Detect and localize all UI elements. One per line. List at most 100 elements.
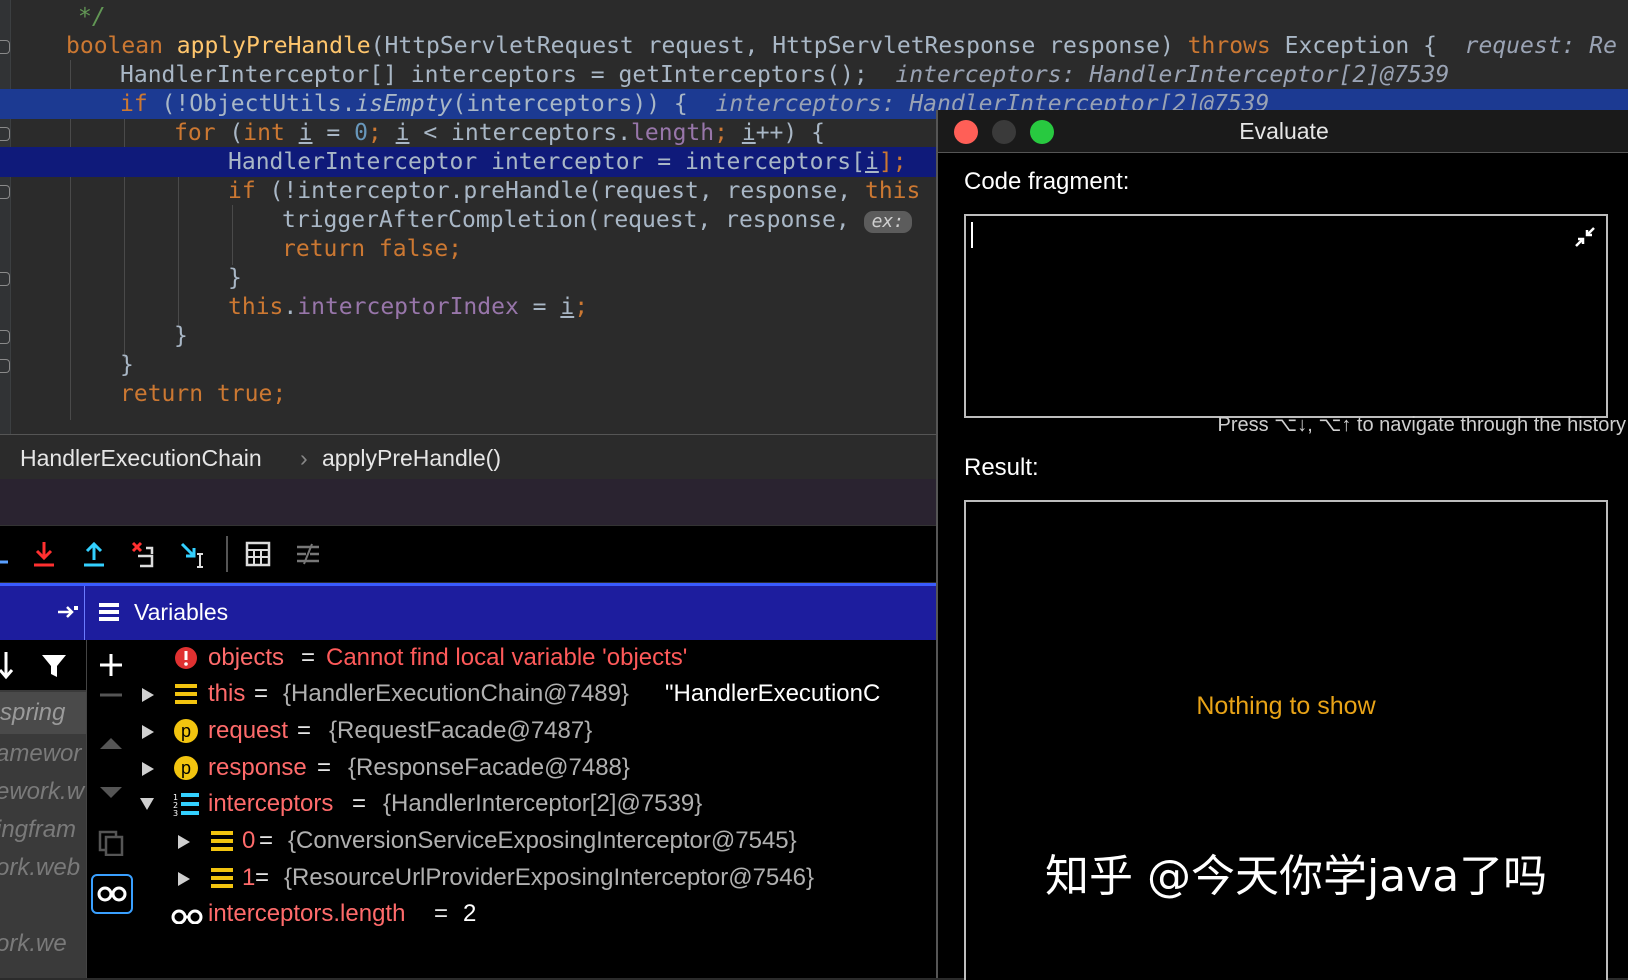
- expand-arrow-icon[interactable]: [141, 761, 155, 777]
- variable-row-response[interactable]: p response = {ResponseFacade@7488}: [137, 750, 936, 786]
- variables-header: Variables: [0, 583, 936, 640]
- loop-var: i: [395, 120, 410, 146]
- variable-row-request[interactable]: p request = {RequestFacade@7487}: [137, 713, 936, 749]
- equals-sign: =: [255, 864, 270, 891]
- drop-frame-icon[interactable]: [130, 540, 158, 568]
- comment-end: */: [78, 4, 106, 30]
- collapse-editor-icon[interactable]: [1574, 226, 1596, 248]
- variable-row-index-0[interactable]: 0 = {ConversionServiceExposingIntercepto…: [137, 823, 936, 859]
- variables-controls: [86, 640, 138, 978]
- evaluate-expression-icon[interactable]: [244, 540, 272, 568]
- variable-row-this[interactable]: this = {HandlerExecutionChain@7489} "Han…: [137, 676, 936, 712]
- code-line-1: */: [0, 2, 1628, 32]
- array-icon: 123: [173, 793, 199, 816]
- keyword-this: this: [864, 178, 921, 204]
- code-fragment-input[interactable]: [964, 214, 1608, 418]
- statement: HandlerInterceptor[] interceptors = getI…: [120, 62, 868, 88]
- variable-value: {RequestFacade@7487}: [329, 717, 593, 744]
- frames-toolbar: [0, 640, 86, 690]
- keyword-for: for: [174, 120, 216, 146]
- field-interceptor-index: interceptorIndex: [297, 294, 519, 320]
- loop-var: i: [741, 120, 756, 146]
- equals-sign: =: [301, 644, 316, 671]
- expand-arrow-icon[interactable]: [141, 724, 155, 740]
- move-up-icon[interactable]: [98, 736, 124, 750]
- breadcrumb-method[interactable]: applyPreHandle(): [322, 445, 501, 472]
- frame-item[interactable]: ework.w: [0, 778, 84, 806]
- equals-sign: =: [317, 754, 332, 781]
- number-literal: 0: [354, 120, 368, 146]
- collapse-arrow-icon[interactable]: [139, 797, 155, 811]
- breadcrumb-class[interactable]: HandlerExecutionChain: [20, 445, 262, 472]
- variable-row-index-1[interactable]: 1 = {ResourceUrlProviderExposingIntercep…: [137, 860, 936, 896]
- code-fragment: (interceptors)) {: [452, 91, 688, 117]
- expand-arrow-icon[interactable]: [141, 687, 155, 703]
- variable-row-objects[interactable]: objects = Cannot find local variable 'ob…: [137, 640, 936, 676]
- glasses-icon: [97, 886, 127, 902]
- code-fragment: ;: [367, 120, 396, 146]
- variable-value: {HandlerExecutionChain@7489}: [283, 680, 629, 707]
- closing-brace: }: [120, 352, 134, 378]
- variable-name: objects: [208, 644, 285, 671]
- step-out-icon[interactable]: [80, 540, 108, 568]
- watermark: 知乎 @今天你学java了吗: [1045, 851, 1548, 902]
- code-fragment: ;: [574, 294, 589, 320]
- variables-tree[interactable]: objects = Cannot find local variable 'ob…: [137, 640, 936, 978]
- variable-error: Cannot find local variable 'objects': [326, 644, 688, 671]
- expand-arrow-icon[interactable]: [177, 834, 191, 850]
- frame-item[interactable]: ingfram: [0, 816, 76, 844]
- param-hint-badge: ex:: [863, 211, 913, 233]
- step-over-icon[interactable]: [0, 540, 28, 568]
- code-fragment: (: [215, 120, 244, 146]
- restore-layout-icon[interactable]: [56, 600, 80, 624]
- inline-value-hint: request: Re: [1464, 33, 1617, 59]
- variables-list-icon: [99, 603, 119, 621]
- filter-icon[interactable]: [40, 652, 68, 680]
- step-into-icon[interactable]: [30, 540, 58, 568]
- frame-item[interactable]: ork.web: [0, 854, 80, 882]
- header-divider: [84, 586, 85, 640]
- method-name: applyPreHandle: [176, 33, 371, 59]
- code-fragment: < interceptors.: [409, 120, 632, 146]
- error-icon: [175, 647, 197, 669]
- field-icon: [211, 868, 233, 888]
- breadcrumb: HandlerExecutionChain › applyPreHandle(): [0, 434, 936, 480]
- closing-brace: }: [174, 323, 188, 349]
- equals-sign: =: [434, 900, 449, 927]
- code-fragment: =: [312, 120, 355, 146]
- frame-item[interactable]: spring: [0, 692, 86, 734]
- expand-arrow-icon[interactable]: [177, 871, 191, 887]
- code-fragment: ];: [878, 149, 907, 175]
- frame-item[interactable]: ork.we: [0, 930, 67, 958]
- keyword-throws: throws: [1187, 33, 1271, 59]
- code-fragment: (!interceptor.preHandle(request, respons…: [255, 178, 865, 204]
- run-to-cursor-icon[interactable]: [180, 540, 208, 568]
- return-statement: return false;: [282, 236, 463, 262]
- frames-panel[interactable]: spring amewor ework.w ingfram ork.web or…: [0, 640, 86, 978]
- arrow-down-icon[interactable]: [0, 650, 14, 680]
- add-watch-icon[interactable]: [98, 652, 124, 678]
- code-fragment: ++) {: [755, 120, 825, 146]
- variable-tostring: "HandlerExecutionC: [665, 680, 881, 707]
- variable-name: 1: [242, 864, 256, 891]
- remove-watch-icon[interactable]: [98, 690, 124, 700]
- result-panel[interactable]: Nothing to show: [964, 500, 1608, 980]
- variable-row-interceptors[interactable]: 123 interceptors = {HandlerInterceptor[2…: [137, 786, 936, 822]
- show-watches-toggle[interactable]: [91, 874, 133, 914]
- frame-item[interactable]: amewor: [0, 740, 81, 768]
- variables-title: Variables: [134, 599, 229, 625]
- trace-stream-icon[interactable]: [294, 540, 322, 568]
- keyword-this: this: [228, 294, 284, 320]
- equals-sign: =: [352, 790, 367, 817]
- code-fragment: ;: [714, 120, 742, 146]
- move-down-icon[interactable]: [98, 786, 124, 800]
- code-line-2: boolean applyPreHandle(HttpServletReques…: [0, 31, 1628, 61]
- variable-row-watch[interactable]: interceptors.length = 2: [137, 896, 936, 932]
- history-hint: Press ⌥↓, ⌥↑ to navigate through the his…: [1217, 414, 1626, 436]
- method-params: (HttpServletRequest request, HttpServlet…: [370, 33, 1188, 59]
- loop-var: i: [560, 294, 575, 320]
- copy-icon[interactable]: [98, 830, 124, 856]
- variable-value: {ResponseFacade@7488}: [348, 754, 630, 781]
- code-fragment-label: Code fragment:: [964, 168, 1130, 195]
- variable-value: 2: [463, 900, 477, 927]
